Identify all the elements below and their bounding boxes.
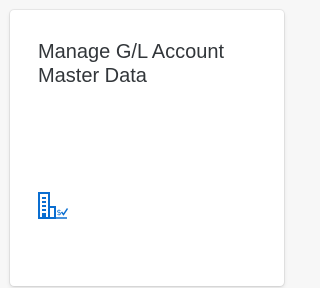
building-finance-icon: $ bbox=[37, 190, 69, 222]
svg-text:$: $ bbox=[57, 208, 62, 217]
tile-title: Manage G/L Account Master Data bbox=[38, 41, 225, 87]
app-tile-manage-gl-account-master-data[interactable]: Manage G/L Account Master Data $ bbox=[10, 10, 284, 286]
